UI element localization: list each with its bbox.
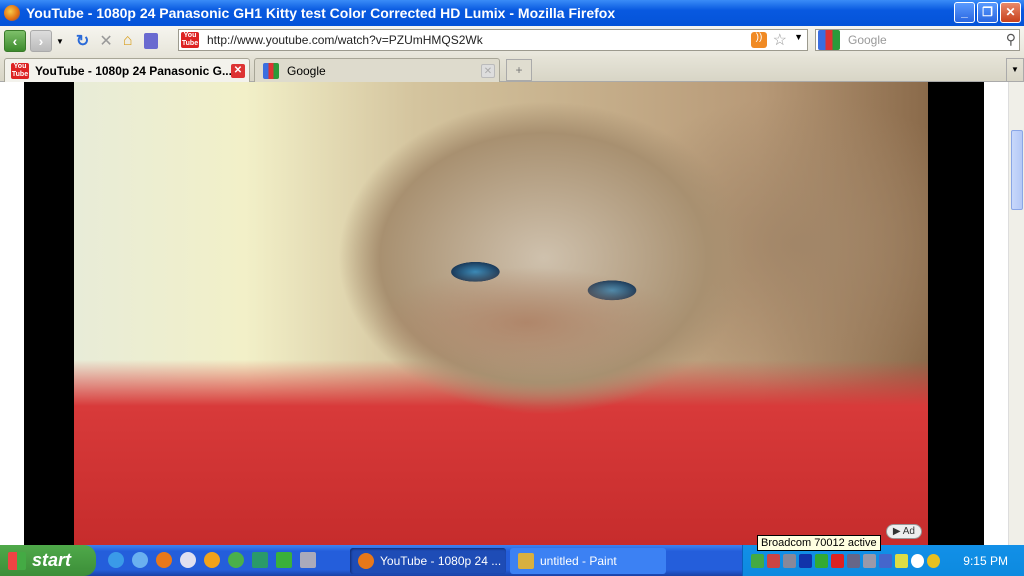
panda-icon[interactable] — [911, 553, 924, 568]
ie-icon[interactable] — [108, 552, 124, 568]
rss-icon[interactable]: )) — [751, 32, 767, 48]
device-icon[interactable] — [252, 552, 268, 568]
video-player[interactable]: ▶ Ad — [24, 82, 984, 545]
youtube-favicon: You Tube — [181, 32, 199, 48]
firefox-icon[interactable] — [156, 552, 172, 568]
tab-list-button[interactable]: ▼ — [1006, 58, 1024, 82]
new-tab-button[interactable]: + — [506, 59, 532, 81]
clock[interactable]: 9:15 PM — [963, 554, 1008, 568]
close-tab-icon[interactable]: ✕ — [481, 63, 495, 78]
media-player-icon[interactable] — [180, 552, 196, 568]
vertical-scrollbar[interactable] — [1008, 82, 1024, 545]
title-bar: YouTube - 1080p 24 Panasonic GH1 Kitty t… — [0, 0, 1024, 26]
speaker-icon[interactable] — [847, 553, 860, 568]
restore-button[interactable]: ❐ — [977, 2, 998, 23]
start-button[interactable]: start — [0, 545, 96, 576]
navigation-toolbar: ‹ › ▼ ↻ ✕ ⌂ You Tube http://www.youtube.… — [0, 26, 1024, 56]
bluetooth-icon[interactable] — [799, 553, 812, 568]
ad-label: Ad — [902, 526, 915, 537]
start-label: start — [32, 550, 72, 570]
url-bar[interactable]: You Tube http://www.youtube.com/watch?v=… — [178, 29, 808, 51]
home-icon[interactable]: ⌂ — [123, 32, 133, 50]
display-icon[interactable] — [879, 553, 892, 568]
monitor-icon[interactable] — [783, 553, 796, 568]
search-input[interactable]: Google — [848, 33, 887, 47]
search-box[interactable]: Google ⚲ — [815, 29, 1020, 51]
google-search-engine-icon[interactable] — [818, 30, 840, 50]
youtube-favicon: You Tube — [11, 62, 29, 79]
reload-icon[interactable]: ↻ — [76, 31, 89, 51]
firefox-icon — [4, 5, 20, 21]
power-icon[interactable] — [895, 553, 908, 568]
taskbar-item-paint[interactable]: untitled - Paint — [510, 548, 666, 574]
firefox-icon — [358, 553, 374, 569]
google-favicon — [263, 62, 279, 79]
ad-button[interactable]: ▶ Ad — [885, 524, 922, 539]
taskbar-item-label: untitled - Paint — [540, 554, 617, 568]
browser-icon[interactable] — [132, 552, 148, 568]
minimize-button[interactable]: _ — [954, 2, 975, 23]
bookmark-star-icon[interactable]: ☆ — [773, 30, 787, 50]
url-text[interactable]: http://www.youtube.com/watch?v=PZUmHMQS2… — [207, 33, 483, 47]
tool-icon[interactable] — [863, 553, 876, 568]
tab-google[interactable]: Google ✕ — [254, 58, 500, 82]
wireless-icon[interactable] — [815, 553, 828, 568]
tab-youtube[interactable]: You Tube YouTube - 1080p 24 Panasonic G.… — [4, 58, 250, 82]
stop-icon[interactable]: ✕ — [99, 31, 112, 51]
close-button[interactable]: ✕ — [1000, 2, 1021, 23]
tab-label: YouTube - 1080p 24 Panasonic G... — [35, 63, 232, 78]
windows-flag-icon — [8, 551, 26, 570]
url-dropdown-icon[interactable]: ▼ — [794, 32, 803, 42]
alert-icon[interactable] — [767, 553, 780, 568]
paint-icon — [518, 553, 534, 569]
back-button[interactable]: ‹ — [4, 30, 26, 52]
tab-bar: You Tube YouTube - 1080p 24 Panasonic G.… — [0, 56, 1024, 82]
vlc-icon[interactable] — [204, 552, 220, 568]
history-dropdown-icon[interactable]: ▼ — [56, 37, 64, 46]
taskbar-item-firefox[interactable]: YouTube - 1080p 24 ... — [350, 548, 506, 574]
scrollbar-thumb[interactable] — [1011, 130, 1023, 210]
close-tab-icon[interactable]: ✕ — [231, 63, 245, 78]
desktop-icon[interactable] — [300, 552, 316, 568]
quick-launch — [108, 552, 316, 568]
window-title: YouTube - 1080p 24 Panasonic GH1 Kitty t… — [26, 5, 616, 21]
broadcom-icon[interactable] — [831, 553, 844, 568]
tooltip: Broadcom 70012 active — [757, 535, 881, 551]
security-shield-icon[interactable] — [927, 553, 940, 568]
forward-button[interactable]: › — [30, 30, 52, 52]
page-content: ▶ Ad — [0, 82, 1008, 545]
tab-label: Google — [287, 63, 326, 78]
bookmarks-icon[interactable] — [144, 33, 159, 49]
taskbar-item-label: YouTube - 1080p 24 ... — [380, 554, 502, 568]
network-icon[interactable] — [751, 553, 764, 568]
video-frame-cat[interactable]: ▶ Ad — [74, 82, 928, 545]
utorrent-icon[interactable] — [276, 552, 292, 568]
magnifier-icon[interactable]: ⚲ — [1006, 31, 1016, 48]
refresh-app-icon[interactable] — [228, 552, 244, 568]
